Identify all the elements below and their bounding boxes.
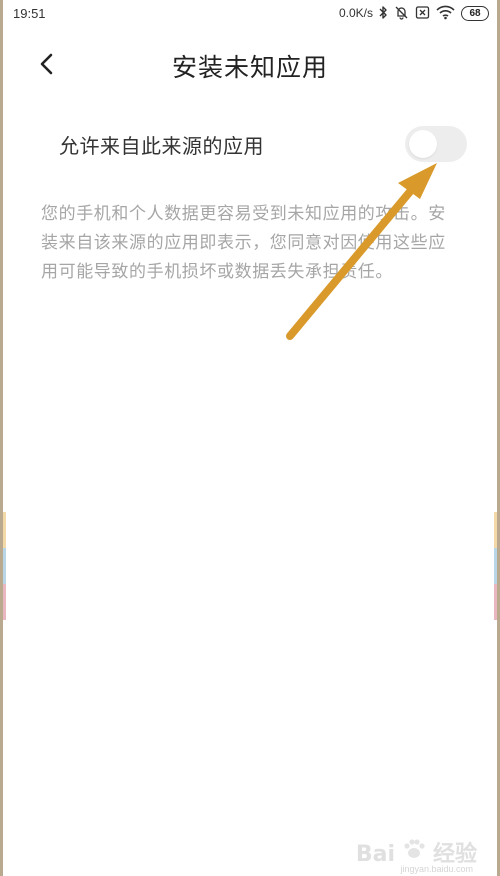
wifi-icon: [436, 5, 455, 21]
status-bar: 19:51 0.0K/s 68: [3, 0, 497, 28]
setting-label: 允许来自此来源的应用: [59, 134, 264, 158]
allow-source-toggle[interactable]: [405, 126, 467, 162]
status-time: 19:51: [13, 6, 46, 21]
watermark-url: jingyan.baidu.com: [400, 864, 473, 874]
watermark-brand-tail: 经验: [432, 842, 477, 867]
battery-icon: 68: [461, 5, 489, 21]
left-strip-yellow: [3, 512, 6, 548]
left-strip-pink: [3, 584, 6, 620]
phone-screen: 19:51 0.0K/s 68 安装未知应用 允许来自此来源的应用 您的手机和个…: [0, 0, 500, 876]
network-speed: 0.0K/s: [338, 6, 373, 20]
status-icons: 0.0K/s 68: [339, 5, 489, 21]
allow-source-setting-row[interactable]: 允许来自此来源的应用: [3, 120, 497, 170]
warning-description: 您的手机和个人数据更容易受到未知应用的攻击。安装来自该来源的应用即表示，您同意对…: [41, 204, 446, 282]
paw-icon: [401, 836, 427, 866]
right-strip-pink: [494, 584, 497, 620]
baidu-watermark: Bai 经验: [356, 836, 477, 866]
right-strip-blue: [494, 548, 497, 584]
right-strip-yellow: [494, 512, 497, 548]
sim-x-icon: [415, 5, 430, 21]
left-strip-blue: [3, 548, 6, 584]
watermark-brand: Bai: [355, 842, 395, 867]
page-title: 安装未知应用: [171, 53, 328, 82]
toggle-knob: [409, 130, 437, 158]
bluetooth-icon: [379, 5, 388, 21]
bell-muted-icon: [394, 5, 409, 21]
app-header: 安装未知应用: [3, 38, 497, 96]
